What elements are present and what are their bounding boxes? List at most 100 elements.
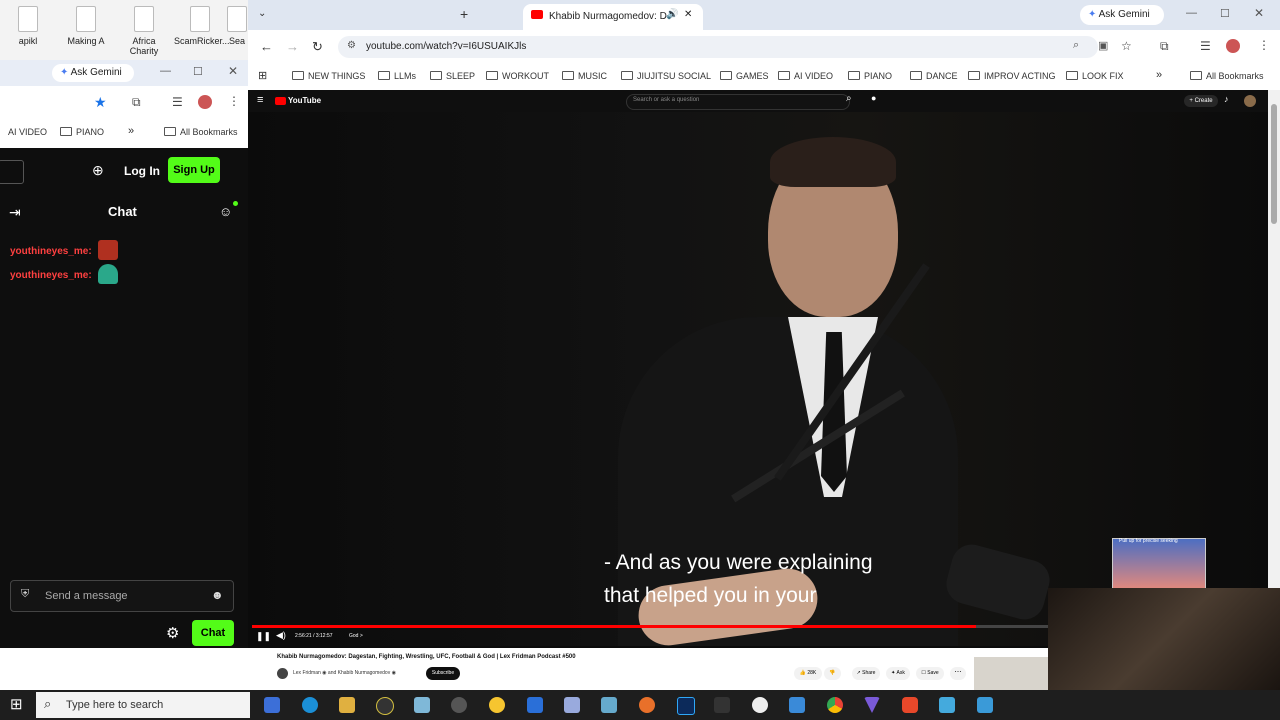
like-button[interactable]: 👍 28K (794, 667, 822, 680)
app-icon[interactable] (414, 697, 430, 713)
app-icon[interactable] (752, 697, 768, 713)
bookmark-item[interactable]: IMPROV ACTING (968, 71, 1056, 81)
bookmark-item[interactable]: LLMs (378, 71, 416, 81)
youtube-logo-text[interactable]: YouTube (288, 96, 321, 105)
reload-icon[interactable]: ↻ (312, 39, 323, 55)
bookmark-item[interactable]: NEW THINGS (292, 71, 365, 81)
minimize-icon[interactable]: — (1186, 7, 1197, 19)
all-bookmarks[interactable]: All Bookmarks (164, 127, 238, 137)
collapse-chat-icon[interactable]: ⇥ (9, 204, 21, 221)
search-icon[interactable]: ⌕ (846, 93, 852, 104)
minimize-icon[interactable]: — (160, 65, 171, 77)
microphone-icon[interactable]: ● (871, 93, 876, 103)
signup-button[interactable]: Sign Up (168, 157, 220, 183)
maximize-icon[interactable]: ☐ (193, 65, 203, 78)
bookmark-item[interactable]: JIUJITSU SOCIAL (621, 71, 711, 81)
obs-icon[interactable] (451, 697, 467, 713)
hamburger-menu-icon[interactable]: ≡ (257, 94, 263, 106)
subscribe-button[interactable]: Subscribe (426, 667, 460, 680)
youtube-search-input[interactable]: Search or ask a question (626, 94, 850, 110)
close-icon[interactable]: ✕ (1254, 6, 1264, 20)
back-icon[interactable]: ← (260, 39, 273, 54)
apps-grid-icon[interactable]: ⊞ (258, 69, 267, 82)
login-button[interactable]: Log In (124, 164, 160, 178)
dislike-button[interactable]: 👎 (824, 667, 841, 680)
users-icon[interactable]: ☺ (219, 204, 232, 219)
chat-username[interactable]: youthineyes_me (10, 270, 88, 281)
docs-icon[interactable] (527, 697, 543, 713)
channel-avatar[interactable] (277, 668, 288, 679)
avatar[interactable] (1244, 95, 1256, 107)
davinci-icon[interactable] (714, 697, 730, 713)
maximize-icon[interactable]: ☐ (1220, 7, 1230, 20)
forward-icon[interactable]: → (286, 39, 299, 54)
bookmark-ai-video[interactable]: AI VIDEO (8, 127, 47, 137)
url-bar[interactable]: ⚙ youtube.com/watch?v=I6USUAIKJls ⌕ ▣ ☆ (338, 36, 1132, 58)
bookmark-star-icon[interactable]: ☆ (1121, 39, 1132, 53)
new-tab-icon[interactable]: + (460, 6, 468, 22)
ask-gemini-button[interactable]: ✦ Ask Gemini (1080, 5, 1164, 25)
bookmark-item[interactable]: GAMES (720, 71, 769, 81)
ask-button[interactable]: ✦ Ask (886, 667, 910, 680)
chevron-right-icon[interactable]: » (128, 125, 134, 137)
youtube-logo-icon[interactable] (275, 97, 286, 105)
app-icon[interactable] (939, 697, 955, 713)
close-icon[interactable]: ✕ (228, 64, 238, 78)
app-icon[interactable] (564, 697, 580, 713)
chevron-right-icon[interactable]: » (1156, 69, 1162, 81)
chat-send-button[interactable]: Chat (192, 620, 234, 646)
site-info-icon[interactable]: ⚙ (347, 40, 356, 51)
zoom-icon[interactable]: ⌕ (1073, 39, 1079, 52)
bookmark-item[interactable]: MUSIC (562, 71, 607, 81)
chapter-label[interactable]: God > (349, 633, 363, 639)
related-thumbnail[interactable] (974, 657, 1048, 690)
bookmark-item[interactable]: DANCE (910, 71, 958, 81)
tab-youtube[interactable]: Khabib Nurmagomedov: D 🔊 ✕ (523, 4, 703, 30)
app-icon[interactable] (977, 697, 993, 713)
close-tab-icon[interactable]: ✕ (684, 9, 692, 20)
bookmark-piano[interactable]: PIANO (60, 127, 104, 137)
app-icon[interactable] (376, 697, 394, 715)
app-icon[interactable] (601, 697, 617, 713)
scrollbar-thumb[interactable] (1271, 104, 1277, 224)
bookmark-item[interactable]: SLEEP (430, 71, 475, 81)
profile-icon[interactable] (1226, 39, 1240, 53)
brave-icon[interactable] (902, 697, 918, 713)
ask-gemini-button[interactable]: ✦ Ask Gemini (52, 64, 134, 82)
chrome-icon[interactable] (827, 697, 843, 713)
channel-name[interactable]: Lex Fridman ◉ and Khabib Nurmagomedov ◉ (293, 670, 396, 676)
globe-icon[interactable]: ⊕ (92, 162, 104, 179)
create-button[interactable]: + Create (1184, 95, 1218, 107)
message-input[interactable]: ⛨ Send a message ☻ (10, 580, 234, 612)
menu-icon[interactable]: ⋮ (1258, 38, 1270, 52)
desktop-icon[interactable]: Making A (60, 6, 112, 46)
tab-search-icon[interactable]: ⌄ (258, 8, 266, 19)
share-button[interactable]: ↗ Share (852, 667, 880, 680)
desktop-icon[interactable]: ScamRicker... (174, 6, 230, 46)
lightbulb-icon[interactable] (489, 697, 505, 713)
volume-icon[interactable]: ◀) (276, 630, 286, 641)
desktop-icon[interactable]: apikl (2, 6, 54, 46)
media-icon[interactable]: ☰ (172, 95, 183, 109)
install-icon[interactable]: ▣ (1098, 39, 1108, 52)
save-button[interactable]: ☐ Save (916, 667, 944, 680)
emoji-icon[interactable]: ☻ (211, 588, 224, 602)
star-icon[interactable]: ★ (94, 94, 107, 111)
firefox-icon[interactable] (639, 697, 655, 713)
app-icon[interactable] (789, 697, 805, 713)
task-view-icon[interactable] (264, 697, 280, 713)
pause-icon[interactable]: ❚❚ (256, 631, 271, 642)
photoshop-icon[interactable] (677, 697, 695, 715)
audio-playing-icon[interactable]: 🔊 (666, 9, 678, 20)
settings-gear-icon[interactable]: ⚙ (166, 624, 179, 642)
menu-icon[interactable]: ⋮ (228, 94, 240, 108)
search-box[interactable] (0, 160, 24, 184)
file-explorer-icon[interactable] (339, 697, 355, 713)
media-icon[interactable]: ☰ (1200, 39, 1211, 53)
desktop-icon[interactable]: Africa Charity (118, 6, 170, 56)
bookmark-item[interactable]: WORKOUT (486, 71, 549, 81)
profile-icon[interactable] (198, 95, 212, 109)
extensions-icon[interactable]: ⧉ (1160, 39, 1169, 54)
chat-username[interactable]: youthineyes_me (10, 246, 88, 257)
notifications-bell-icon[interactable]: ♪ (1224, 94, 1229, 104)
